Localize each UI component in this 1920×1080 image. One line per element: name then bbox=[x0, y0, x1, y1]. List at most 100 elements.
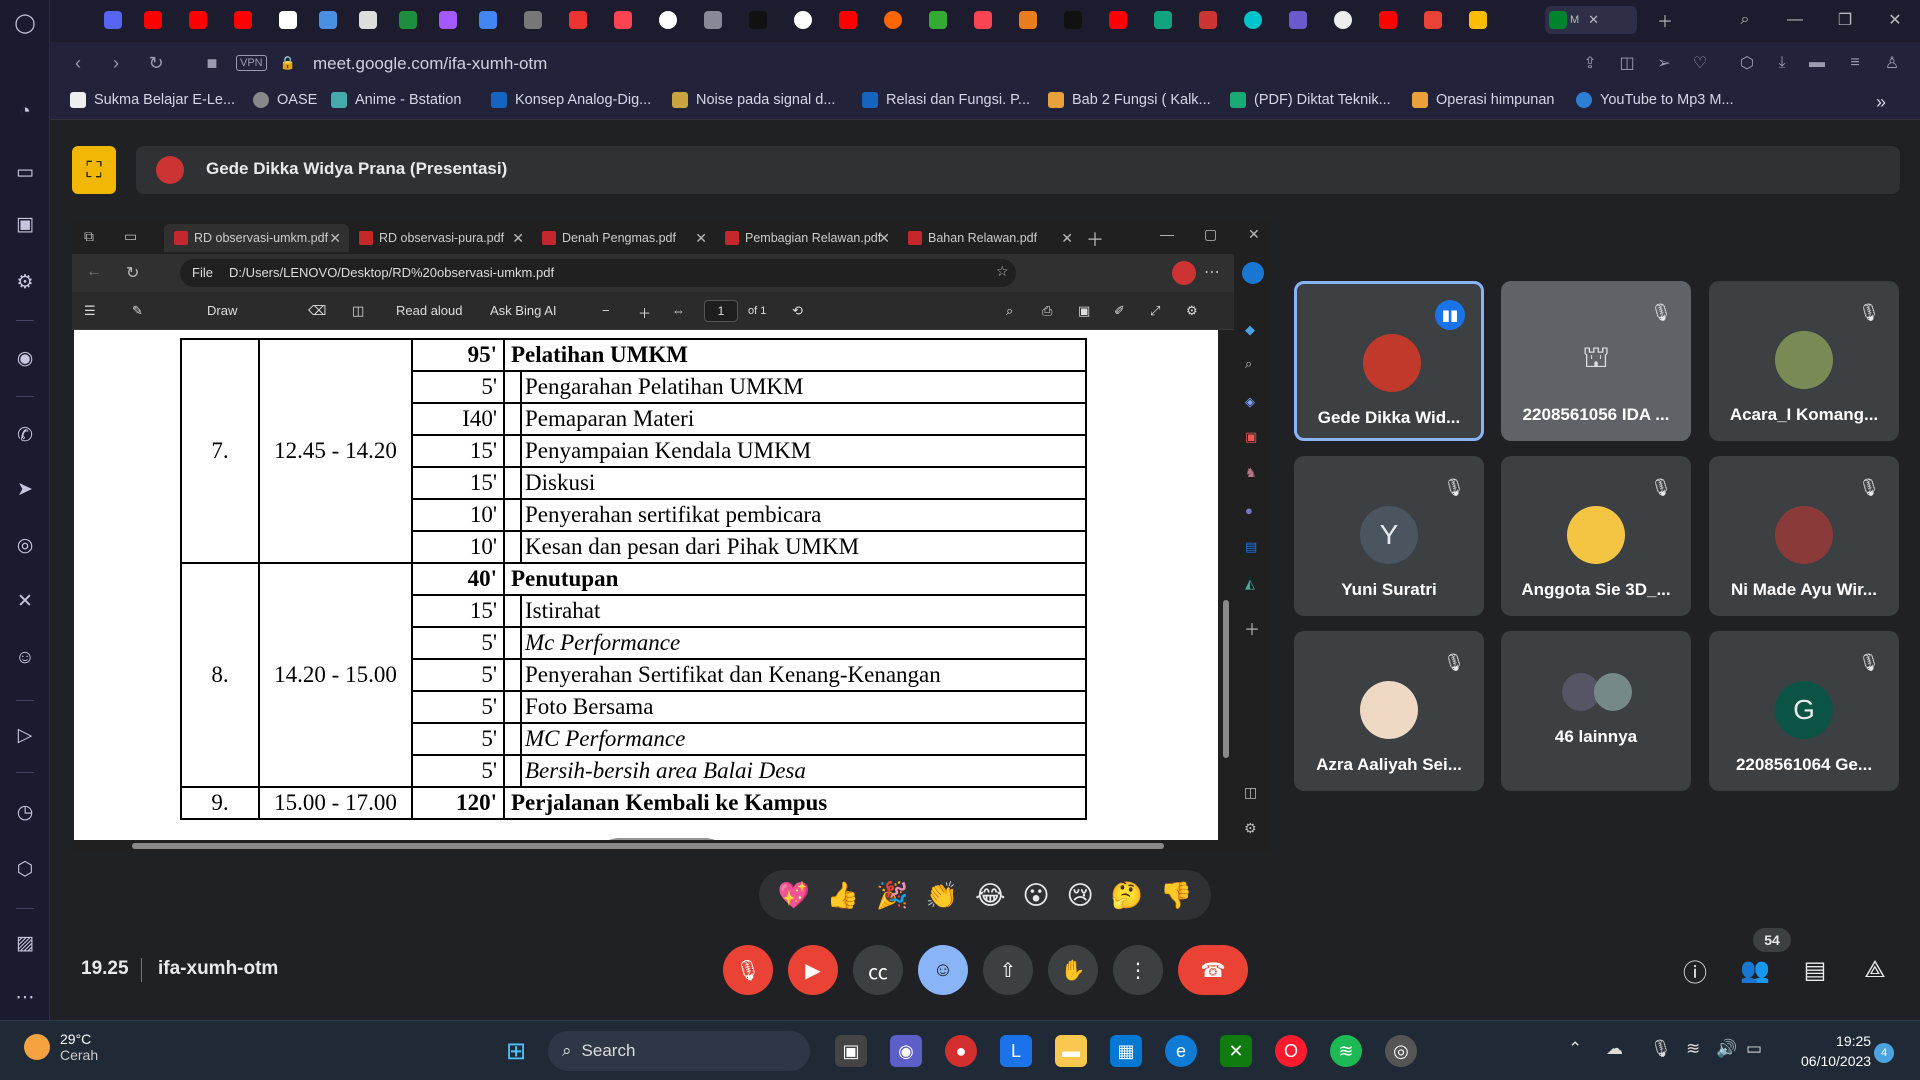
bookmark-item[interactable]: Noise pada signal d... bbox=[672, 92, 835, 108]
opera-logo-icon[interactable]: ◯ bbox=[10, 8, 40, 38]
onedrive-icon[interactable]: ☁ bbox=[1606, 1039, 1623, 1059]
tab-cisco-2[interactable] bbox=[355, 6, 395, 34]
sidebar-tag-icon[interactable]: ◆ bbox=[1245, 322, 1255, 338]
tab-meet-other[interactable] bbox=[1465, 6, 1505, 34]
easy-setup-icon[interactable]: ≡ bbox=[1843, 51, 1867, 75]
edge-profile-avatar[interactable] bbox=[1172, 261, 1196, 285]
sidebar-tools-icon[interactable]: ▣ bbox=[1245, 429, 1257, 445]
spotify-icon[interactable]: ≋ bbox=[1330, 1035, 1362, 1067]
participant-tile[interactable]: ⛫ 🎙 2208561056 IDA ... bbox=[1501, 281, 1691, 441]
app-gray-icon[interactable]: ◎ bbox=[1385, 1035, 1417, 1067]
highlight-icon[interactable]: ✎ bbox=[132, 303, 143, 319]
system-clock[interactable]: 19:25 06/10/2023 bbox=[1801, 1031, 1871, 1071]
present-button[interactable]: ⇧ bbox=[983, 945, 1033, 995]
chat-icon[interactable]: ▤ bbox=[1795, 950, 1835, 990]
tab-cisco-1[interactable] bbox=[275, 6, 315, 34]
task-view-icon[interactable]: ▣ bbox=[835, 1035, 867, 1067]
zoom-out-icon[interactable]: − bbox=[602, 303, 610, 318]
tab-youtube-2[interactable] bbox=[185, 6, 225, 34]
meeting-info-icon[interactable]: ⓘ bbox=[1675, 950, 1715, 990]
tab-generic-4[interactable] bbox=[700, 6, 740, 34]
edge-tab[interactable]: Bahan Relawan.pdf ✕ bbox=[898, 224, 1081, 252]
participant-tile[interactable]: Y 🎙 Yuni Suratri bbox=[1294, 456, 1484, 616]
tab-youtube-5[interactable] bbox=[1105, 6, 1145, 34]
speed-dial-icon[interactable]: ◔ bbox=[10, 97, 40, 127]
close-tab-icon[interactable]: ✕ bbox=[1588, 12, 1599, 28]
sidebar-search-icon[interactable]: ⌕ bbox=[1245, 356, 1252, 372]
edge-icon[interactable]: e bbox=[1165, 1035, 1197, 1067]
volume-icon[interactable]: 🔊 bbox=[1716, 1039, 1737, 1059]
chatgpt-icon[interactable]: ⚙ bbox=[10, 267, 40, 297]
reactions-button[interactable]: ☺ bbox=[918, 945, 968, 995]
wifi-icon[interactable]: ≋ bbox=[1686, 1039, 1700, 1059]
opera-icon[interactable]: O bbox=[1275, 1035, 1307, 1067]
participant-tile[interactable]: 🎙 Acara_I Komang... bbox=[1709, 281, 1899, 441]
sidebar-settings-icon[interactable]: ⚙ bbox=[1244, 820, 1257, 837]
tab-generic-9[interactable] bbox=[1285, 6, 1325, 34]
weather-widget[interactable]: 29°C Cerah bbox=[24, 1031, 98, 1063]
shopping-icon[interactable]: ▭ bbox=[10, 157, 40, 187]
leave-call-button[interactable]: ☎ bbox=[1178, 945, 1248, 995]
windows-start-icon[interactable]: ⊞ bbox=[500, 1035, 532, 1067]
messenger-icon[interactable]: ◉ bbox=[10, 343, 40, 373]
presentation-icon[interactable]: ⛶ bbox=[72, 146, 116, 194]
app-l-icon[interactable]: L bbox=[1000, 1035, 1032, 1067]
tab-valorant[interactable] bbox=[610, 6, 650, 34]
xbox-icon[interactable]: ✕ bbox=[1220, 1035, 1252, 1067]
reaction-heart[interactable]: 💖 bbox=[778, 880, 810, 911]
battery-saver-icon[interactable]: ▬ bbox=[1805, 51, 1829, 75]
edge-restore-icon[interactable]: ▢ bbox=[1204, 226, 1217, 243]
tab-valorant-2[interactable] bbox=[970, 6, 1010, 34]
save-as-icon[interactable]: ✐ bbox=[1114, 303, 1125, 319]
history-icon[interactable]: ◷ bbox=[10, 797, 40, 827]
bookmark-item[interactable]: Operasi himpunan bbox=[1412, 92, 1555, 108]
camera-icon[interactable]: ■ bbox=[200, 51, 224, 75]
mic-toggle-button[interactable]: 🎙 bbox=[723, 945, 773, 995]
telegram-icon[interactable]: ➤ bbox=[10, 474, 40, 504]
tab-canva[interactable] bbox=[1240, 6, 1280, 34]
others-tile[interactable]: 46 lainnya bbox=[1501, 631, 1691, 791]
zoom-in-icon[interactable]: ＋ bbox=[638, 303, 651, 322]
pinboard-icon[interactable]: ▨ bbox=[10, 928, 40, 958]
tab-generic-8[interactable] bbox=[1195, 6, 1235, 34]
bookmark-item[interactable]: OASE bbox=[253, 92, 317, 108]
tab-youtube-1[interactable] bbox=[140, 6, 180, 34]
x-icon[interactable]: ✕ bbox=[10, 586, 40, 616]
reaction-surprised[interactable]: 😮 bbox=[1022, 880, 1049, 911]
edge-favorite-icon[interactable]: ☆ bbox=[996, 263, 1009, 280]
reaction-party[interactable]: 🎉 bbox=[876, 880, 908, 911]
edge-tab[interactable]: RD observasi-pura.pdf ✕ bbox=[349, 224, 532, 252]
file-explorer-icon[interactable]: ▬ bbox=[1055, 1035, 1087, 1067]
cube-icon[interactable]: ⬡ bbox=[1735, 51, 1759, 75]
edge-tab[interactable]: RD observasi-umkm.pdf ✕ bbox=[164, 224, 349, 252]
bookmark-item[interactable]: Anime - Bstation bbox=[331, 92, 461, 108]
tab-tiktok[interactable] bbox=[745, 6, 785, 34]
app-red-icon[interactable]: ● bbox=[945, 1035, 977, 1067]
tab-docs[interactable] bbox=[475, 6, 515, 34]
download-icon[interactable]: ⤓ bbox=[1770, 51, 1794, 75]
share-icon[interactable]: ⇪ bbox=[1578, 51, 1602, 75]
bookmark-item[interactable]: Bab 2 Fungsi ( Kalk... bbox=[1048, 92, 1211, 108]
player-icon[interactable]: ▷ bbox=[10, 720, 40, 750]
reaction-thumbs-down[interactable]: 👎 bbox=[1160, 880, 1192, 911]
page-number-input[interactable]: 1 bbox=[704, 300, 738, 322]
twitch-icon[interactable]: ▣ bbox=[10, 209, 40, 239]
tab-generic-5[interactable] bbox=[880, 6, 920, 34]
send-icon[interactable]: ➢ bbox=[1652, 51, 1676, 75]
workspaces-icon[interactable]: ⧉ bbox=[84, 228, 94, 245]
instagram-icon[interactable]: ◎ bbox=[10, 530, 40, 560]
tab-actions-icon[interactable]: ▭ bbox=[124, 228, 137, 245]
sidebar-shopping-icon[interactable]: ◈ bbox=[1245, 394, 1255, 410]
edge-back-icon[interactable]: ← bbox=[86, 263, 102, 281]
edge-url-field[interactable]: File D:/Users/LENOVO/Desktop/RD%20observ… bbox=[180, 259, 1016, 287]
tab-google-meet[interactable]: M ✕ bbox=[1545, 6, 1637, 34]
edge-new-tab-icon[interactable]: ＋ bbox=[1086, 226, 1104, 252]
edge-reload-icon[interactable]: ↻ bbox=[126, 263, 139, 283]
edge-minimize-icon[interactable]: ― bbox=[1160, 226, 1174, 242]
read-aloud-button[interactable]: Read aloud bbox=[396, 303, 463, 318]
participant-tile[interactable]: ▮▮ Gede Dikka Wid... bbox=[1294, 281, 1484, 441]
tab-youtube-4[interactable] bbox=[835, 6, 875, 34]
restore-icon[interactable]: ❐ bbox=[1825, 6, 1865, 34]
pdf-page[interactable]: 7. 12.45 - 14.20 95' Pelatihan UMKM 5' Pengar… bbox=[74, 330, 1218, 852]
extensions-icon[interactable]: ⬡ bbox=[10, 854, 40, 884]
